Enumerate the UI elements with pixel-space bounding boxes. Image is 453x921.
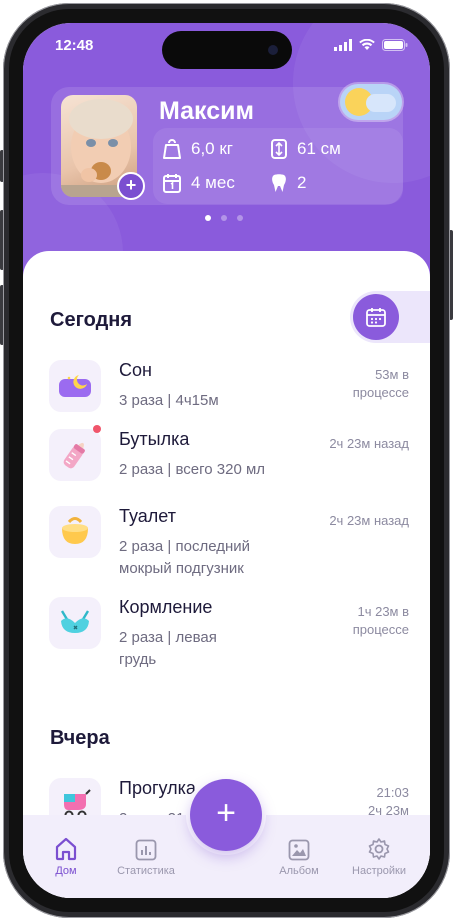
front-camera: [268, 45, 278, 55]
tab-label: Альбом: [279, 865, 319, 877]
activity-summary: 3 раза | 4ч15м: [119, 392, 219, 409]
activity-summary: 2 раза | левая грудь: [119, 629, 217, 668]
weight-icon: [163, 139, 181, 159]
status-time: 12:48: [55, 37, 94, 54]
height-value: 61 см: [297, 139, 341, 158]
chart-icon: [135, 839, 157, 861]
profile-pager[interactable]: [205, 215, 243, 221]
signal-icon: [334, 39, 352, 51]
calendar-tab: [350, 291, 430, 343]
battery-icon: [382, 39, 408, 51]
activity-time-clock: 21:03: [376, 785, 409, 800]
calendar-button[interactable]: [353, 294, 399, 340]
activity-row-bottle[interactable]: Бутылка 2 раза | всего 320 мл 2ч 23м наз…: [49, 425, 409, 489]
activity-time: 2ч 23м назад: [329, 436, 409, 451]
weight-metric: 6,0 кг: [163, 139, 233, 159]
activity-time: 2ч 23м назад: [329, 513, 409, 528]
sleep-pillow-icon: [49, 360, 101, 412]
tab-label: Дом: [55, 865, 77, 877]
notification-dot: [93, 425, 101, 433]
wifi-icon: [359, 39, 375, 50]
section-title-today: Сегодня: [50, 309, 133, 331]
home-icon: [55, 837, 77, 861]
activity-time: 1ч 23м в процессе: [352, 604, 409, 637]
activity-time: 53м в процессе: [352, 367, 409, 400]
activity-title: Туалет: [119, 506, 176, 526]
baby-name: Максим: [159, 97, 254, 125]
pager-dot[interactable]: [221, 215, 227, 221]
gear-icon: [368, 838, 390, 860]
pager-dot[interactable]: [237, 215, 243, 221]
activity-row-sleep[interactable]: Сон 3 раза | 4ч15м 53м в процессе: [49, 360, 409, 420]
height-icon: [271, 139, 287, 159]
tab-statistics[interactable]: Статистика: [106, 835, 186, 877]
activity-row-toilet[interactable]: Туалет 2 раза | последний мокрый подгузн…: [49, 506, 409, 577]
activity-title: Сон: [119, 360, 152, 380]
teeth-metric: 2: [271, 173, 306, 193]
activity-title: Кормление: [119, 597, 213, 617]
cloud-icon: [366, 94, 396, 112]
tab-label: Статистика: [117, 865, 175, 877]
weight-value: 6,0 кг: [191, 139, 233, 158]
activity-summary: 2 раза | последний мокрый подгузник: [119, 538, 251, 577]
tab-settings[interactable]: Настройки: [339, 835, 419, 877]
album-icon: [288, 839, 310, 861]
potty-icon: [49, 506, 101, 558]
activity-title: Бутылка: [119, 429, 190, 449]
activity-row-feeding[interactable]: Кормление 2 раза | левая грудь 1ч 23м в …: [49, 597, 409, 668]
section-title-yesterday: Вчера: [50, 727, 110, 749]
add-activity-button[interactable]: +: [190, 779, 262, 851]
calendar-icon: [366, 308, 386, 327]
dynamic-island: [162, 31, 292, 69]
day-night-toggle[interactable]: [340, 84, 402, 120]
tooth-icon: [272, 174, 286, 192]
app-screen: 12:48 + Максим 6,0 кг 61 см 4 мес 2 Сего…: [23, 23, 430, 898]
pager-dot[interactable]: [205, 215, 211, 221]
baby-bottle-icon: [49, 429, 101, 481]
tab-home[interactable]: Дом: [26, 835, 106, 877]
tab-album[interactable]: Альбом: [259, 835, 339, 877]
activity-title: Прогулка: [119, 778, 196, 798]
nursing-bra-icon: [49, 597, 101, 649]
height-metric: 61 см: [271, 139, 341, 159]
activity-summary: 2 раза | всего 320 мл: [119, 461, 266, 478]
teeth-value: 2: [297, 173, 307, 192]
status-icons: [334, 39, 408, 51]
add-photo-button[interactable]: +: [117, 172, 145, 200]
calendar-age-icon: [163, 174, 181, 193]
tab-label: Настройки: [352, 865, 406, 877]
age-value: 4 мес: [191, 173, 235, 192]
age-metric: 4 мес: [163, 173, 235, 193]
